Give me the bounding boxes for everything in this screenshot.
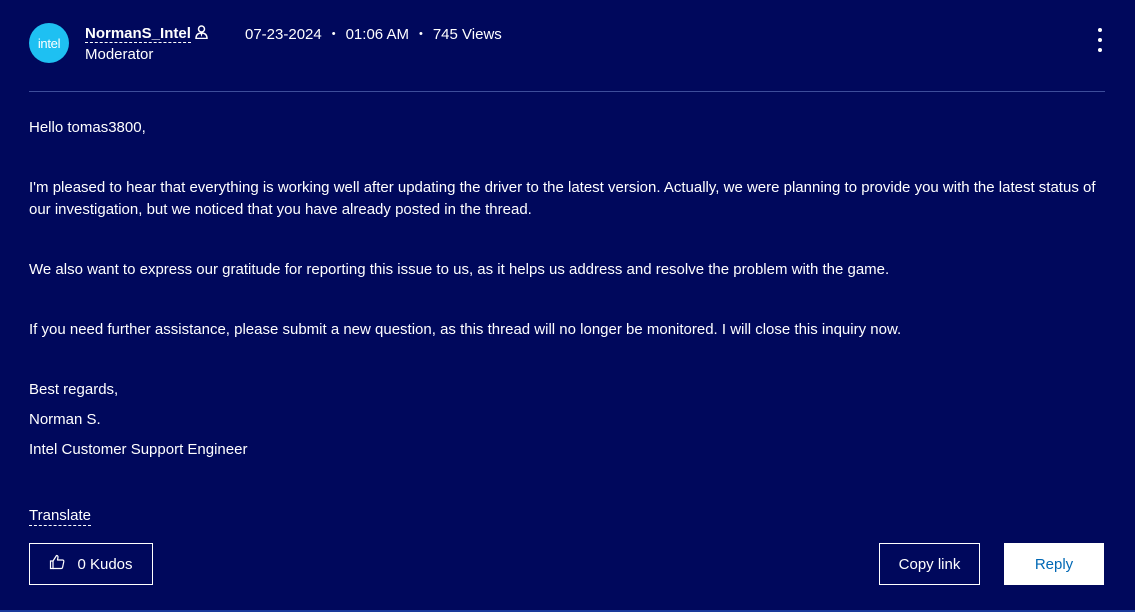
- greeting: Hello tomas3800,: [29, 119, 146, 136]
- paragraph-1: I'm pleased to hear that everything is w…: [29, 179, 1096, 218]
- signature-title: Intel Customer Support Engineer: [29, 441, 248, 458]
- post-time: 01:06 AM: [345, 25, 409, 43]
- author-name-link[interactable]: NormanS_Intel: [85, 25, 191, 43]
- paragraph-2: We also want to express our gratitude fo…: [29, 261, 890, 278]
- post-body: Hello tomas3800, I'm pleased to hear tha…: [29, 117, 1109, 461]
- signature-name: Norman S.: [29, 411, 101, 428]
- post-meta: 07-23-2024 • 01:06 AM • 745 Views: [245, 24, 502, 44]
- reply-button[interactable]: Reply: [1004, 543, 1104, 585]
- paragraph-3: If you need further assistance, please s…: [29, 321, 902, 338]
- author-role: Moderator: [85, 46, 154, 63]
- author-avatar[interactable]: intel: [29, 23, 69, 63]
- forum-post: intel NormanS_Intel Moderator 07-23-2024…: [0, 0, 1135, 612]
- translate-link[interactable]: Translate: [29, 507, 91, 526]
- more-options-icon[interactable]: [1093, 28, 1107, 52]
- author-row: NormanS_Intel: [85, 24, 208, 44]
- post-views: 745 Views: [432, 25, 502, 43]
- closing: Best regards,: [29, 381, 119, 398]
- kudos-button[interactable]: 0 Kudos: [29, 543, 153, 585]
- avatar-logo-text: intel: [37, 35, 61, 51]
- thumbs-up-icon: [49, 554, 65, 574]
- meta-separator: •: [331, 28, 336, 40]
- moderator-person-icon: [195, 24, 208, 44]
- author-block: NormanS_Intel Moderator: [85, 24, 208, 63]
- header-divider: [29, 91, 1105, 92]
- post-date: 07-23-2024: [245, 25, 322, 43]
- meta-separator: •: [418, 28, 423, 40]
- copy-link-button[interactable]: Copy link: [879, 543, 980, 585]
- kudos-count: 0 Kudos: [77, 555, 133, 573]
